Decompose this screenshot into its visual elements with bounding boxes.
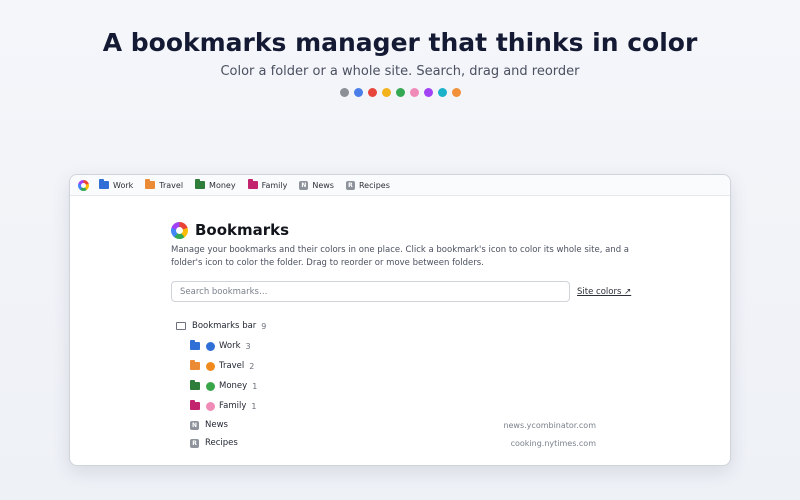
tree-folder-family[interactable]: Family 1 (176, 396, 596, 416)
tree-folder-work[interactable]: Work 3 (176, 336, 596, 356)
bar-site-recipes[interactable]: R Recipes (345, 180, 390, 190)
app-logo-icon[interactable] (78, 179, 89, 191)
site-letter-icon[interactable]: N (190, 420, 199, 430)
tree-item-label: News (205, 420, 228, 430)
item-count: 1 (252, 381, 258, 391)
bookmark-tree: Bookmarks bar 9 Work 3 Travel 2 Money 1 … (176, 316, 596, 452)
palette-dot (451, 88, 461, 97)
orange-circle-icon (206, 361, 215, 371)
site-letter-icon: N (299, 180, 309, 190)
bar-folder-money[interactable]: Money (195, 179, 236, 190)
site-url: news.ycombinator.com (503, 420, 596, 430)
palette-dot (437, 88, 447, 97)
palette-dot (395, 88, 405, 97)
bar-item-label: Money (209, 180, 236, 190)
site-letter-icon: R (345, 180, 355, 190)
item-count: 1 (251, 401, 257, 411)
folder-outline-icon (176, 322, 186, 330)
palette-dot (367, 88, 377, 97)
folder-icon (99, 179, 109, 189)
blue-circle-icon (206, 341, 215, 351)
palette-dot (381, 88, 391, 97)
tree-item-label: Family (219, 401, 247, 411)
hero-subtitle: Color a folder or a whole site. Search, … (220, 64, 580, 79)
folder-icon[interactable] (190, 400, 200, 410)
tree-item-label: Bookmarks bar (192, 321, 257, 331)
site-letter-icon[interactable]: R (190, 438, 199, 448)
folder-icon (145, 179, 156, 189)
color-palette (0, 88, 800, 97)
page-title: Bookmarks (195, 221, 290, 239)
bookmarks-bar: Work Travel Money Family N News R Recipe… (70, 175, 730, 196)
palette-dot (423, 88, 433, 97)
search-row: Site colors ↗ (171, 281, 631, 302)
palette-dot (339, 88, 349, 97)
item-count: 2 (249, 361, 255, 371)
page-description: Manage your bookmarks and their colors i… (171, 245, 630, 268)
browser-window: Work Travel Money Family N News R Recipe… (69, 174, 731, 466)
bar-item-label: Travel (159, 180, 184, 190)
hero-title: A bookmarks manager that thinks in color (102, 28, 698, 57)
app-logo-icon (171, 221, 188, 239)
tree-site-news[interactable]: N News news.ycombinator.com (176, 416, 596, 434)
search-input[interactable] (171, 281, 570, 302)
site-url: cooking.nytimes.com (510, 438, 596, 448)
tree-item-label: Travel (219, 361, 245, 371)
site-colors-link[interactable]: Site colors ↗ (577, 287, 631, 297)
palette-dot (409, 88, 419, 97)
item-count: 9 (261, 321, 267, 331)
tree-folder-travel[interactable]: Travel 2 (176, 356, 596, 376)
folder-icon (247, 179, 258, 189)
tree-item-label: Work (219, 341, 241, 351)
cherry-blossom-icon (206, 401, 215, 411)
bar-item-label: News (312, 180, 334, 190)
bar-item-label: Recipes (358, 180, 390, 190)
palette-dot (353, 88, 363, 97)
tree-site-recipes[interactable]: R Recipes cooking.nytimes.com (176, 434, 596, 452)
bar-item-label: Work (113, 180, 134, 190)
item-count: 3 (245, 341, 251, 351)
bar-folder-travel[interactable]: Travel (145, 179, 184, 190)
tree-item-label: Money (219, 381, 248, 391)
folder-icon[interactable] (190, 380, 200, 390)
folder-icon[interactable] (190, 360, 200, 370)
panel-header: Bookmarks Manage your bookmarks and thei… (171, 221, 631, 270)
green-circle-icon (206, 381, 215, 391)
bar-site-news[interactable]: N News (299, 180, 334, 190)
bar-folder-family[interactable]: Family (247, 179, 288, 190)
tree-folder-money[interactable]: Money 1 (176, 376, 596, 396)
bar-item-label: Family (261, 180, 288, 190)
bar-folder-work[interactable]: Work (99, 179, 134, 190)
tree-item-label: Recipes (205, 438, 238, 448)
folder-icon[interactable] (190, 340, 200, 350)
folder-icon (195, 179, 206, 189)
tree-root-bookmarks-bar[interactable]: Bookmarks bar 9 (176, 316, 596, 336)
